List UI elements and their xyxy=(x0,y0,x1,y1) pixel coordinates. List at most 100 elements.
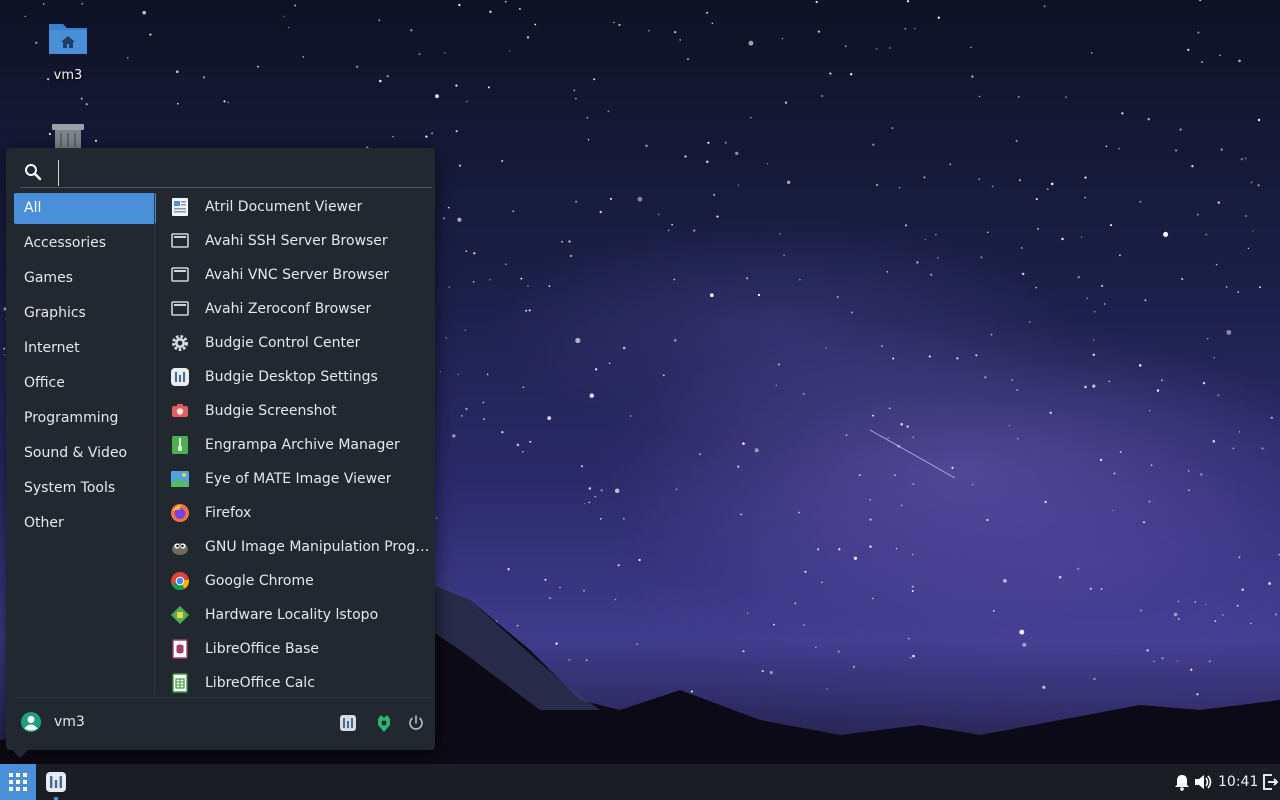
category-graphics[interactable]: Graphics xyxy=(14,298,156,329)
app-item-libreoffice-calc[interactable]: LibreOffice Calc xyxy=(164,666,430,698)
star xyxy=(971,75,974,78)
category-office[interactable]: Office xyxy=(14,368,156,399)
libreoffice-base-icon xyxy=(172,639,188,659)
app-item-label: LibreOffice Calc xyxy=(205,675,315,691)
budgie-settings-task-icon[interactable] xyxy=(42,768,70,796)
star xyxy=(379,79,382,83)
star xyxy=(951,466,954,469)
star xyxy=(949,163,952,166)
star xyxy=(900,423,903,426)
star xyxy=(593,78,596,81)
app-item-label: Atril Document Viewer xyxy=(205,199,363,215)
star xyxy=(895,547,898,550)
star xyxy=(482,417,486,421)
star xyxy=(573,89,576,92)
app-item-avahi-ssh[interactable]: Avahi SSH Server Browser xyxy=(164,224,430,258)
category-all[interactable]: All xyxy=(14,193,156,224)
star xyxy=(569,254,573,258)
star xyxy=(991,185,994,188)
star xyxy=(735,151,739,156)
star xyxy=(447,206,450,209)
star xyxy=(1150,464,1153,466)
star xyxy=(980,256,983,259)
app-item-label: Firefox xyxy=(205,505,252,521)
star xyxy=(869,518,872,521)
category-other[interactable]: Other xyxy=(14,508,156,539)
app-item-engrampa[interactable]: Engrampa Archive Manager xyxy=(164,428,430,462)
app-item-google-chrome[interactable]: Google Chrome xyxy=(164,564,430,598)
star xyxy=(1156,389,1160,392)
star xyxy=(486,373,489,376)
app-item-budgie-screenshot[interactable]: Budgie Screenshot xyxy=(164,394,430,428)
star xyxy=(876,184,879,187)
network-browser-icon xyxy=(171,301,189,316)
clock[interactable]: 10:41 xyxy=(1218,764,1258,800)
star xyxy=(512,210,515,213)
category-sound-video[interactable]: Sound & Video xyxy=(14,438,156,469)
app-item-libreoffice-base[interactable]: LibreOffice Base xyxy=(164,632,430,666)
star xyxy=(1202,381,1206,385)
user-button[interactable]: vm3 xyxy=(20,711,85,733)
category-accessories[interactable]: Accessories xyxy=(14,228,156,259)
star xyxy=(1118,147,1120,150)
star xyxy=(1109,224,1113,227)
star xyxy=(904,27,907,30)
star xyxy=(1217,201,1221,204)
category-system-tools[interactable]: System Tools xyxy=(14,473,156,504)
settings-icon[interactable] xyxy=(338,713,358,733)
star xyxy=(1148,500,1151,503)
app-item-atril[interactable]: Atril Document Viewer xyxy=(164,190,430,224)
lock-icon[interactable] xyxy=(374,713,394,733)
star xyxy=(912,483,915,485)
star xyxy=(1121,112,1124,115)
star xyxy=(287,26,290,29)
star xyxy=(378,19,381,22)
desktop-icon-home[interactable]: vm3 xyxy=(36,18,100,83)
category-programming[interactable]: Programming xyxy=(14,403,156,434)
app-item-avahi-zeroconf[interactable]: Avahi Zeroconf Browser xyxy=(164,292,430,326)
star xyxy=(645,144,648,147)
star xyxy=(444,52,446,54)
bell-icon[interactable] xyxy=(1172,772,1192,792)
category-internet[interactable]: Internet xyxy=(14,333,156,364)
star xyxy=(575,98,577,100)
star xyxy=(1219,54,1221,57)
star xyxy=(504,0,507,3)
volume-icon[interactable] xyxy=(1193,772,1213,792)
search-icon xyxy=(25,164,42,181)
star xyxy=(1065,96,1067,98)
star xyxy=(1035,286,1037,289)
star xyxy=(581,465,583,468)
search-input[interactable] xyxy=(58,160,418,186)
desktop-icon-trash[interactable] xyxy=(36,120,100,148)
app-item-firefox[interactable]: Firefox xyxy=(164,496,430,530)
document-viewer-icon xyxy=(172,198,188,216)
app-item-budgie-desktop-settings[interactable]: Budgie Desktop Settings xyxy=(164,360,430,394)
star xyxy=(872,414,875,417)
app-item-avahi-vnc[interactable]: Avahi VNC Server Browser xyxy=(164,258,430,292)
star xyxy=(706,160,709,164)
app-item-label: GNU Image Manipulation Progr… xyxy=(205,539,430,555)
star xyxy=(978,178,981,181)
app-item-gimp[interactable]: GNU Image Manipulation Progr… xyxy=(164,530,430,564)
logout-icon[interactable] xyxy=(1260,772,1280,792)
star xyxy=(482,401,485,404)
star xyxy=(1191,165,1194,168)
star xyxy=(667,229,670,232)
star xyxy=(473,252,476,255)
power-icon[interactable] xyxy=(406,713,426,733)
app-item-budgie-control-center[interactable]: Budgie Control Center xyxy=(164,326,430,360)
star xyxy=(1093,339,1095,341)
star xyxy=(1084,196,1086,199)
star xyxy=(1138,364,1142,367)
star xyxy=(609,197,613,200)
star xyxy=(1035,198,1038,201)
app-menu-button[interactable] xyxy=(0,764,36,800)
app-item-eye-of-mate[interactable]: Eye of MATE Image Viewer xyxy=(164,462,430,496)
star xyxy=(1270,416,1273,419)
category-games[interactable]: Games xyxy=(14,263,156,294)
app-item-lstopo[interactable]: Hardware Locality lstopo xyxy=(164,598,430,632)
star xyxy=(1174,149,1178,152)
network-browser-icon xyxy=(171,233,189,248)
star xyxy=(912,436,914,438)
